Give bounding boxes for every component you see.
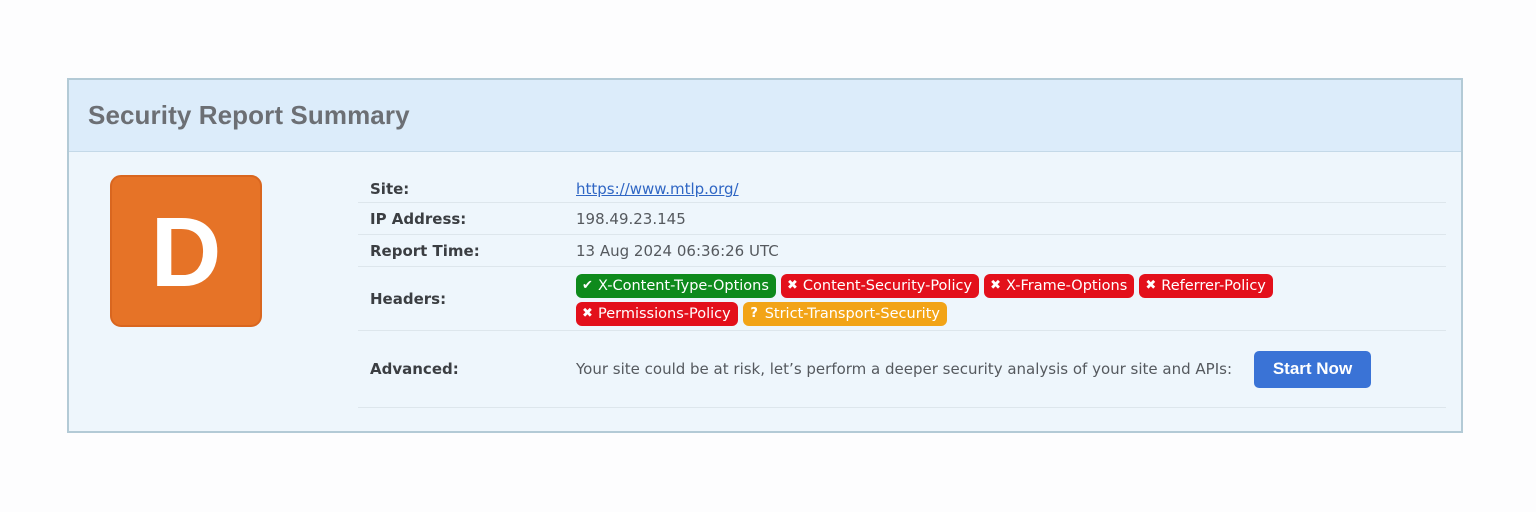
start-now-button[interactable]: Start Now <box>1254 350 1371 388</box>
headers-row: Headers: ✔ X-Content-Type-Options ✖ Cont… <box>358 267 1446 331</box>
header-badge-label: Content-Security-Policy <box>802 277 973 294</box>
header-badge-label: Permissions-Policy <box>598 305 731 322</box>
header-badge: ✔ X-Content-Type-Options <box>576 273 776 298</box>
advanced-description: Your site could be at risk, let’s perfor… <box>576 360 1233 378</box>
header-badge-label: Strict-Transport-Security <box>764 305 940 322</box>
check-icon: ✔ <box>582 278 593 293</box>
ip-label: IP Address: <box>370 209 467 228</box>
security-report-panel: Security Report Summary D Site: https://… <box>67 78 1463 433</box>
site-label: Site: <box>370 180 410 198</box>
header-badge: ✖ Referrer-Policy <box>1139 273 1273 298</box>
header-badge-label: X-Content-Type-Options <box>598 277 769 294</box>
header-badge: ? Strict-Transport-Security <box>742 301 947 326</box>
header-badge-label: X-Frame-Options <box>1006 277 1128 294</box>
report-info-table: Site: https://www.mtlp.org/ IP Address: … <box>358 176 1446 408</box>
ip-row: IP Address: 198.49.23.145 <box>358 203 1446 235</box>
advanced-label: Advanced: <box>370 360 459 378</box>
report-time-row: Report Time: 13 Aug 2024 06:36:26 UTC <box>358 235 1446 267</box>
header-badge: ✖ Permissions-Policy <box>576 301 738 326</box>
headers-value: ✔ X-Content-Type-Options ✖ Content-Secur… <box>576 272 1446 326</box>
cross-icon: ✖ <box>1145 278 1157 293</box>
report-time-value: 13 Aug 2024 06:36:26 UTC <box>576 241 779 260</box>
cross-icon: ✖ <box>582 306 593 321</box>
report-time-label: Report Time: <box>370 241 480 260</box>
report-title: Security Report Summary <box>88 100 410 130</box>
site-value: https://www.mtlp.org/ <box>576 180 1446 198</box>
header-badge: ✖ Content-Security-Policy <box>780 273 980 298</box>
header-badge-list: ✔ X-Content-Type-Options ✖ Content-Secur… <box>576 272 1296 326</box>
site-row: Site: https://www.mtlp.org/ <box>358 176 1446 203</box>
headers-label: Headers: <box>370 289 447 308</box>
cross-icon: ✖ <box>990 278 1001 293</box>
site-link[interactable]: https://www.mtlp.org/ <box>576 180 739 198</box>
question-icon: ? <box>750 306 758 321</box>
cross-icon: ✖ <box>786 278 798 293</box>
advanced-row: Advanced: Your site could be at risk, le… <box>358 331 1446 408</box>
advanced-value: Your site could be at risk, let’s perfor… <box>576 350 1446 388</box>
grade-badge: D <box>110 175 262 327</box>
header-badge: ✖ X-Frame-Options <box>984 273 1135 298</box>
ip-value: 198.49.23.145 <box>576 209 686 228</box>
panel-header: Security Report Summary <box>69 80 1461 152</box>
grade-letter: D <box>150 197 222 307</box>
header-badge-label: Referrer-Policy <box>1161 277 1266 294</box>
